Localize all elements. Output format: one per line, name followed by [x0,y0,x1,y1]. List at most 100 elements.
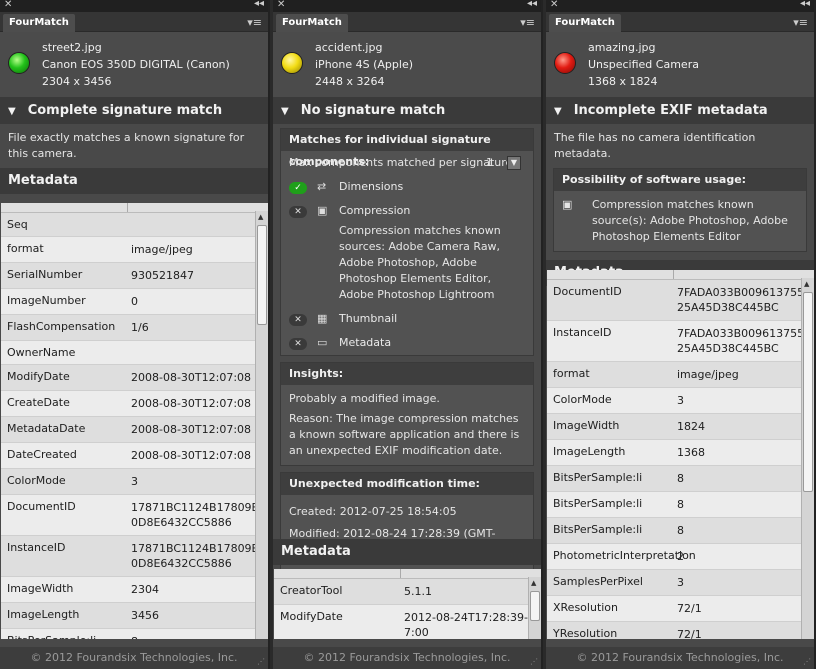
result-heading[interactable]: ▼ Complete signature match [0,98,268,124]
table-row: ModifyDate 2012-08-24T17:28:39-07:00 [274,605,541,639]
tab-fourmatch[interactable]: FourMatch [3,14,75,32]
tab-fourmatch[interactable]: FourMatch [549,14,621,32]
close-icon[interactable]: ✕ [277,0,285,10]
result-heading[interactable]: ▼ Incomplete EXIF metadata [546,98,814,124]
metadata-value: 17871BC1124B17809B0D8E6432CC5886 [131,542,260,570]
metadata-value: 72/1 [677,602,702,615]
close-icon[interactable]: ✕ [550,0,558,10]
camera-model: Canon EOS 350D DIGITAL (Canon) [42,58,230,71]
cross-icon: ✕ [289,206,307,218]
metadata-value: 3 [677,576,684,589]
cross-icon: ✕ [289,338,307,350]
metadata-value: 1824 [677,420,705,433]
collapse-icon[interactable]: ◂◂ [254,0,264,9]
camera-model: Unspecified Camera [588,58,699,71]
metadata-key: ColorMode [553,393,612,406]
fourmatch-panel-accident: ✕ ◂◂ FourMatch ▾≡ accident.jpg iPhone 4S… [273,0,543,669]
metadata-value [127,213,268,236]
collapse-icon[interactable]: ◂◂ [800,0,810,9]
max-components-label: Max components matched per signature: [289,156,517,169]
metadata-key: ImageLength [553,445,626,458]
metadata-key: CreateDate [7,396,70,409]
file-name: street2.jpg [42,41,102,54]
metadata-key: format [7,242,44,255]
tab-row: FourMatch ▾≡ [0,12,268,32]
panel-topbar: ✕ ◂◂ [0,0,268,12]
table-row: SamplesPerPixel 3 [547,570,814,596]
metadata-key: ImageWidth [553,419,620,432]
metadata-value: 3456 [131,609,159,622]
table-row: ImageWidth 2304 [1,577,268,603]
scroll-up-icon[interactable]: ▲ [531,579,536,587]
scrollbar[interactable]: ▲ [801,278,814,639]
copyright-footer: © 2012 Fourandsix Technologies, Inc. [546,647,814,669]
collapse-icon[interactable]: ◂◂ [527,0,537,9]
scroll-thumb[interactable] [257,225,267,325]
metadata-key: DocumentID [553,285,622,298]
component-thumbnail: ✕ ▦ Thumbnail [281,307,533,331]
tab-fourmatch[interactable]: FourMatch [276,14,348,32]
metadata-value: 0 [131,295,138,308]
metadata-table: CreatorTool 5.1.1 ModifyDate 2012-08-24T17:… [274,569,541,639]
tab-row: FourMatch ▾≡ [546,12,814,32]
table-row: YResolution 72/1 [547,622,814,639]
table-row: Seq [1,213,268,237]
table-row: CreateDate 2008-08-30T12:07:08 [1,391,268,417]
metadata-key: CreatorTool [280,584,343,597]
table-row: OwnerName [1,341,268,365]
panel-menu-icon[interactable]: ▾≡ [520,16,535,29]
file-info: street2.jpg Canon EOS 350D DIGITAL (Cano… [0,32,268,98]
software-title: Possibility of software usage: [554,169,806,191]
image-dimensions: 1368 x 1824 [588,75,658,88]
metadata-heading: Metadata [273,539,541,565]
metadata-key: BitsPerSample:li [553,523,643,536]
scrollbar[interactable]: ▲ [255,211,268,639]
component-dimensions: ✓ ⇄ Dimensions [281,175,533,199]
table-row: ImageWidth 1824 [547,414,814,440]
metadata-key: FlashCompensation [7,320,116,333]
result-heading[interactable]: ▼ No signature match [273,98,541,124]
cross-icon: ✕ [289,314,307,326]
metadata-value: 8 [127,629,268,639]
metadata-key: ModifyDate [280,610,343,623]
status-light-icon [554,52,576,74]
metadata-value: 2008-08-30T12:07:08 [131,397,252,410]
scroll-thumb[interactable] [530,591,540,621]
software-text: Compression matches known source(s): Ado… [592,198,788,243]
status-light-icon [8,52,30,74]
metadata-table: DocumentID 7FADA033B00961375525A45D38C445… [547,270,814,639]
compression-icon: ▣ [317,204,328,217]
panel-menu-icon[interactable]: ▾≡ [247,16,262,29]
scroll-thumb[interactable] [803,292,813,492]
table-row: BitsPerSample:li8 [1,629,268,639]
metadata-value: 17871BC1124B17809B0D8E6432CC5886 [131,501,260,529]
metadata-value: image/jpeg [677,368,739,381]
component-label: Thumbnail [339,312,398,325]
metadata-value: 2 [677,550,684,563]
scroll-up-icon[interactable]: ▲ [804,280,809,288]
insights-box: Insights: Probably a modified image. Rea… [280,362,534,466]
table-row: PhotometricInterpretation 2 [547,544,814,570]
created-time: Created: 2012-07-25 18:54:05 [289,505,457,518]
tab-row: FourMatch ▾≡ [273,12,541,32]
table-row: DocumentID 17871BC1124B17809B0D8E6432CC58… [1,495,268,536]
triangle-down-icon: ▼ [8,106,16,117]
scroll-up-icon[interactable]: ▲ [258,213,263,221]
max-components-value: 1 [486,156,493,169]
metadata-key: DateCreated [7,448,77,461]
panel-menu-icon[interactable]: ▾≡ [793,16,808,29]
metadata-key: DocumentID [7,500,76,513]
resize-grip-icon[interactable]: ⋰ [257,657,265,666]
max-components-dropdown-icon[interactable]: ▼ [507,156,521,170]
scrollbar[interactable]: ▲ [528,577,541,639]
copyright-footer: © 2012 Fourandsix Technologies, Inc. [0,647,268,669]
insight-reason: Reason: The image compression matches a … [289,412,520,457]
max-components-row: Max components matched per signature: 1 … [281,151,533,175]
resize-grip-icon[interactable]: ⋰ [803,657,811,666]
metadata-value: 930521847 [131,269,194,282]
thumbnail-icon: ▦ [317,312,328,325]
metadata-key: ImageLength [7,608,80,621]
close-icon[interactable]: ✕ [4,0,12,10]
table-body: DocumentID 7FADA033B00961375525A45D38C445… [547,280,814,639]
resize-grip-icon[interactable]: ⋰ [530,657,538,666]
